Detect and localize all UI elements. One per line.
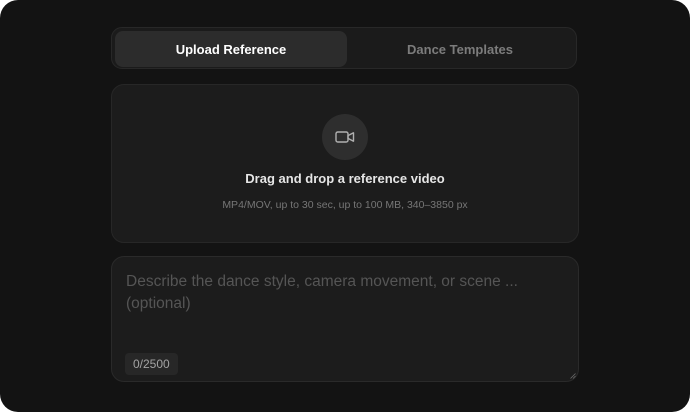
tab-upload-reference[interactable]: Upload Reference (115, 31, 347, 67)
character-counter: 0/2500 (125, 353, 178, 375)
prompt-container: 0/2500 (111, 256, 579, 382)
resize-handle-icon[interactable] (570, 373, 576, 379)
prompt-textarea[interactable] (126, 271, 562, 341)
dropzone-title: Drag and drop a reference video (245, 171, 445, 186)
tab-upload-reference-label: Upload Reference (175, 41, 287, 57)
tab-dance-templates[interactable]: Dance Templates (344, 31, 576, 67)
tab-dance-templates-label: Dance Templates (407, 41, 513, 57)
mode-tabs: Upload Reference Dance Templates (111, 27, 577, 69)
video-camera-icon (322, 114, 368, 160)
app-frame: Upload Reference Dance Templates Drag an… (0, 0, 690, 412)
video-dropzone[interactable]: Drag and drop a reference video MP4/MOV,… (111, 84, 579, 243)
dropzone-requirements: MP4/MOV, up to 30 sec, up to 100 MB, 340… (222, 199, 468, 211)
